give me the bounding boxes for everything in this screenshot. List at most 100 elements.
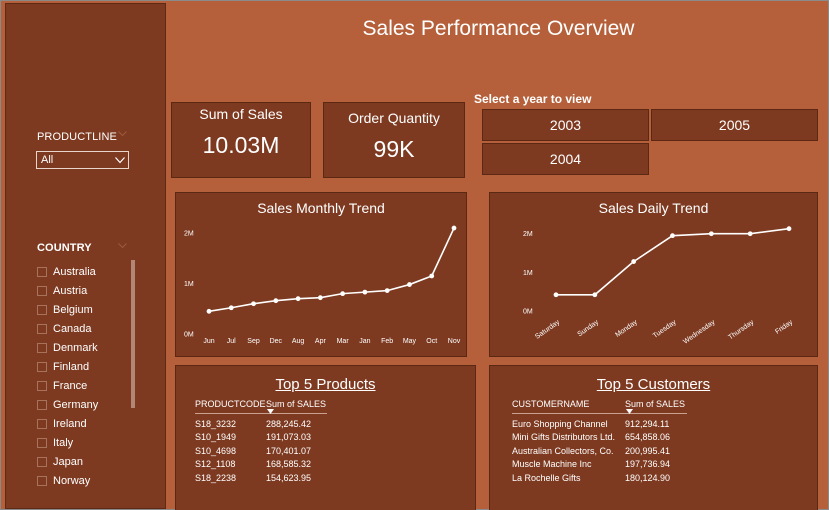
table-title: Top 5 Products <box>275 376 376 393</box>
checkbox[interactable] <box>37 266 47 277</box>
dashboard-canvas: PRODUCTLINE All COUNTRY Australia Austria… <box>0 0 829 510</box>
checkbox[interactable] <box>37 456 47 467</box>
year-button-2004[interactable]: 2004 <box>482 143 649 175</box>
country-option[interactable]: Austria <box>37 281 127 300</box>
x-tick-label: Jun <box>203 338 214 345</box>
table-row: S12_1108 168,585.32 <box>195 458 327 472</box>
checkbox[interactable] <box>37 418 47 429</box>
data-point[interactable] <box>708 231 714 237</box>
table-row: S10_1949 191,073.03 <box>195 431 327 445</box>
x-tick-label: Dec <box>270 338 283 345</box>
y-tick-label: 1M <box>523 270 533 277</box>
column-header[interactable]: PRODUCTCODE <box>195 399 266 409</box>
country-option[interactable]: Japan <box>37 452 127 471</box>
data-point[interactable] <box>228 305 234 311</box>
x-tick-label: Thursday <box>727 319 755 342</box>
country-option[interactable]: Ireland <box>37 414 127 433</box>
filter-pane: PRODUCTLINE All COUNTRY Australia Austria… <box>5 3 166 509</box>
data-point[interactable] <box>786 226 792 232</box>
y-tick-label: 0M <box>523 309 533 316</box>
table-row: S10_4698 170,401.07 <box>195 444 327 458</box>
checkbox[interactable] <box>37 285 47 296</box>
column-header[interactable]: Sum of SALES <box>266 399 327 409</box>
kpi-card-sales: Sum of Sales 10.03M <box>171 102 311 178</box>
country-option[interactable]: Belgium <box>37 300 127 319</box>
country-option-label: Japan <box>53 455 83 468</box>
country-option-label: Belgium <box>53 303 93 316</box>
country-option[interactable]: Finland <box>37 357 127 376</box>
data-point[interactable] <box>451 225 457 231</box>
chevron-down-icon <box>115 155 125 164</box>
kpi-card-order-quantity: Order Quantity 99K <box>323 102 465 178</box>
header-divider <box>195 413 327 414</box>
chevron-down-icon <box>118 129 127 137</box>
data-point[interactable] <box>407 282 412 287</box>
table-cell-name: S18_3232 <box>195 418 237 429</box>
column-header[interactable]: Sum of SALES <box>625 399 687 409</box>
data-point[interactable] <box>592 292 598 298</box>
daily-trend-panel: Sales Daily Trend 0M 1M 2M Saturday Sunday Mo… <box>489 192 818 357</box>
x-tick-label: Saturday <box>534 319 561 341</box>
data-point[interactable] <box>553 292 559 298</box>
x-tick-label: Friday <box>774 319 794 336</box>
data-point[interactable] <box>670 233 675 239</box>
country-option[interactable]: Canada <box>37 319 127 338</box>
page-title: Sales Performance Overview <box>362 17 635 40</box>
x-tick-label: Jul <box>227 338 236 345</box>
x-tick-label: Oct <box>426 338 437 345</box>
country-option-label: Canada <box>53 322 92 335</box>
top-customers-table: CUSTOMERNAME Sum of SALES Euro Shopping Ch… <box>512 399 687 485</box>
country-option[interactable]: Italy <box>37 433 127 452</box>
country-option-label: Ireland <box>53 417 87 430</box>
checkbox[interactable] <box>37 399 47 410</box>
data-point[interactable] <box>295 296 301 302</box>
x-tick-label: Feb <box>381 338 393 345</box>
table-cell-name: La Rochelle Gifts <box>512 472 581 483</box>
header-divider <box>512 413 687 414</box>
checkbox[interactable] <box>37 323 47 334</box>
table-title: Top 5 Customers <box>596 376 711 393</box>
checkbox[interactable] <box>37 361 47 372</box>
table-row: S18_3232 288,245.42 <box>195 417 327 431</box>
x-tick-label: Mar <box>337 338 350 345</box>
year-button-2003[interactable]: 2003 <box>482 109 649 141</box>
data-point[interactable] <box>429 273 435 279</box>
data-point[interactable] <box>362 289 368 295</box>
country-option[interactable]: Norway <box>37 471 127 490</box>
checkbox[interactable] <box>37 437 47 448</box>
data-point[interactable] <box>206 308 212 314</box>
column-header[interactable]: CUSTOMERNAME <box>512 399 625 409</box>
table-cell-value: 168,585.32 <box>266 459 312 470</box>
data-point[interactable] <box>273 298 279 304</box>
data-point[interactable] <box>631 259 637 264</box>
daily-trend-chart: 0M 1M 2M Saturday Sunday Monday Tuesday Wednesd… <box>523 226 795 346</box>
country-option[interactable]: Australia <box>37 262 127 281</box>
y-tick-label: 1M <box>184 281 194 288</box>
table-cell-name: S10_4698 <box>195 445 237 456</box>
table-row: S18_2238 154,623.95 <box>195 471 327 485</box>
data-point[interactable] <box>747 231 753 237</box>
checkbox[interactable] <box>37 475 47 486</box>
country-option[interactable]: Denmark <box>37 338 127 357</box>
checkbox[interactable] <box>37 342 47 353</box>
table-cell-name: Mini Gifts Distributors Ltd. <box>512 432 616 443</box>
data-point[interactable] <box>317 295 323 301</box>
data-point[interactable] <box>384 288 390 294</box>
table-cell-name: Euro Shopping Channel <box>512 418 608 429</box>
checkbox[interactable] <box>37 380 47 391</box>
sort-descending-icon <box>267 409 274 416</box>
data-point[interactable] <box>340 291 346 297</box>
country-list-scrollbar[interactable] <box>131 260 135 408</box>
table-cell-value: 191,073.03 <box>266 432 312 443</box>
productline-dropdown[interactable]: All <box>36 151 129 169</box>
country-option[interactable]: France <box>37 376 127 395</box>
table-header: CUSTOMERNAME Sum of SALES <box>512 399 687 413</box>
country-option[interactable]: Germany <box>37 395 127 414</box>
checkbox[interactable] <box>37 304 47 315</box>
table-row: Australian Collectors, Co. 200,995.41 <box>512 444 687 458</box>
kpi-value: 10.03M <box>202 132 280 158</box>
monthly-trend-chart: 0M 1M 2M Jun Jul Sep Dec Aug Apr Mar Jan Feb May Oct N… <box>184 225 461 345</box>
year-button-2005[interactable]: 2005 <box>651 109 818 141</box>
y-tick-label: 2M <box>184 231 194 238</box>
data-point[interactable] <box>251 301 256 307</box>
